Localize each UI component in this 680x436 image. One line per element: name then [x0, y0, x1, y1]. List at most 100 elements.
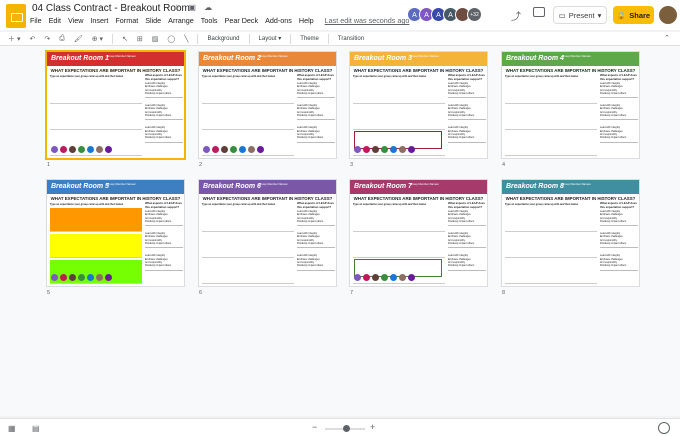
menu-edit[interactable]: Edit — [49, 16, 61, 25]
undo-icon[interactable]: ↶ — [29, 35, 35, 43]
zoom-out-icon[interactable]: − — [312, 422, 317, 432]
share-button[interactable]: 🔒 Share — [613, 6, 654, 24]
slide-thumbnail[interactable]: Breakout Room 2 Group Member Names: WHAT E… — [199, 52, 336, 158]
new-slide-icon[interactable]: ＋ ▾ — [8, 34, 20, 44]
leap-header: What aspects of LEAP does this expectati… — [448, 201, 485, 209]
explore-icon[interactable] — [658, 422, 670, 434]
image-icon[interactable]: ▨ — [152, 35, 159, 43]
slide-body: Type an expectation your group came up w… — [502, 201, 639, 284]
slide-thumbnail[interactable]: Breakout Room 8 Group Member Names: WHAT E… — [502, 180, 639, 286]
leap-value: Positively impact others — [600, 264, 627, 268]
collapse-toolbar-icon[interactable]: ⌃ — [664, 34, 670, 42]
student-avatar — [248, 146, 255, 153]
student-avatar — [69, 274, 76, 281]
background-button[interactable]: Background — [207, 36, 239, 42]
top-bar: 04 Class Contract - Breakout Room ☆ ▣ ☁ … — [0, 0, 680, 30]
leap-value: Positively impact others — [145, 219, 172, 223]
document-title[interactable]: 04 Class Contract - Breakout Room — [32, 3, 190, 14]
layout-button[interactable]: Layout ▾ — [259, 35, 282, 42]
grid-view-icon[interactable]: ▦ — [8, 424, 16, 433]
account-avatar[interactable] — [659, 6, 677, 24]
student-avatar — [381, 274, 388, 281]
last-edit-link[interactable]: Last edit was seconds ago — [325, 16, 410, 25]
leap-values-list: Lead with integrity Embrace challenges Act… — [145, 126, 183, 143]
slide-header: Breakout Room 5 Group Member Names: — [47, 180, 184, 194]
redo-icon[interactable]: ↷ — [44, 35, 50, 43]
leap-header: What aspects of LEAP does this expectati… — [600, 73, 637, 81]
menu-add-ons[interactable]: Add-ons — [265, 16, 292, 25]
slide-thumbnail[interactable]: Breakout Room 4 Group Member Names: WHAT E… — [502, 52, 639, 158]
slide-header: Breakout Room 2 Group Member Names: — [199, 52, 336, 66]
menu-tools[interactable]: Tools — [201, 16, 218, 25]
leap-value: Positively impact others — [145, 91, 172, 95]
student-avatar — [257, 146, 264, 153]
expectation-row — [50, 234, 142, 258]
student-avatar — [399, 146, 406, 153]
student-avatar — [372, 274, 379, 281]
expectation-row — [505, 234, 597, 258]
menu-arrange[interactable]: Arrange — [168, 16, 194, 25]
leap-column: What aspects of LEAP does this expectati… — [600, 201, 638, 277]
leap-column: What aspects of LEAP does this expectati… — [448, 73, 486, 149]
toolbar-divider — [327, 33, 329, 44]
comment-history-icon[interactable] — [533, 7, 545, 17]
present-button[interactable]: ▭ Present ▾ — [553, 6, 607, 24]
slide-title: Breakout Room 8 — [506, 183, 564, 190]
paint-format-icon[interactable]: 🖌 — [74, 35, 83, 43]
expectation-row — [353, 80, 445, 104]
leap-values-list: Lead with integrity Embrace challenges Act… — [448, 126, 486, 143]
print-icon[interactable]: ⎙ — [59, 35, 65, 43]
slide-title: Breakout Room 6 — [203, 183, 261, 190]
menu-view[interactable]: View — [68, 16, 83, 25]
more-collaborators-badge[interactable]: +32 — [467, 7, 482, 22]
status-bar: ▦ ▤ − + — [0, 418, 680, 436]
student-avatar — [78, 146, 85, 153]
menu-file[interactable]: File — [30, 16, 42, 25]
student-avatar — [230, 146, 237, 153]
instructions-text: Type an expectation your group came up w… — [50, 75, 124, 78]
shape-icon[interactable]: ◯ — [167, 35, 175, 43]
slide-thumbnail[interactable]: Breakout Room 7 Group Member Names: WHAT E… — [350, 180, 487, 286]
expectations-column: Type an expectation your group came up w… — [505, 75, 597, 156]
transition-button[interactable]: Transition — [338, 36, 364, 42]
expectation-row — [505, 260, 597, 284]
slide-thumbnail[interactable]: Breakout Room 6 Group Member Names: WHAT E… — [199, 180, 336, 286]
leap-value: Positively impact others — [600, 136, 627, 140]
slide-thumbnail[interactable]: Breakout Room 5 Group Member Names: WHAT E… — [47, 180, 184, 286]
line-icon[interactable]: ╲ — [184, 35, 188, 43]
menu-slide[interactable]: Slide — [145, 16, 161, 25]
student-avatar — [363, 146, 370, 153]
text-box-icon[interactable]: ⊞ — [137, 35, 143, 43]
zoom-in-icon[interactable]: + — [370, 422, 375, 432]
leap-values-list: Lead with integrity Embrace challenges Act… — [600, 232, 638, 249]
student-avatar — [51, 146, 58, 153]
menu-format[interactable]: Format — [115, 16, 138, 25]
leap-value: Positively impact others — [448, 264, 475, 268]
select-icon[interactable]: ↖ — [122, 35, 128, 43]
leap-column: What aspects of LEAP does this expectati… — [297, 201, 335, 277]
leap-value: Positively impact others — [145, 136, 172, 140]
leap-value: Positively impact others — [448, 91, 475, 95]
student-avatar — [399, 274, 406, 281]
student-avatar — [381, 146, 388, 153]
activity-dashboard-icon[interactable]: ⤴ — [511, 8, 521, 23]
zoom-slider[interactable] — [325, 425, 365, 432]
toolbar-divider — [248, 33, 250, 44]
slide-thumbnail[interactable]: Breakout Room 1 Group Member Names: WHAT E… — [47, 52, 184, 158]
star-folder-cloud-icons[interactable]: ☆ ▣ ☁ — [173, 3, 215, 12]
menu-insert[interactable]: Insert — [90, 16, 108, 25]
slide-header: Breakout Room 1 Group Member Names: — [47, 52, 184, 66]
slides-logo-icon[interactable] — [6, 4, 26, 28]
chevron-down-icon[interactable]: ▾ — [598, 11, 602, 20]
leap-value: Positively impact others — [600, 242, 627, 246]
menu-pear-deck[interactable]: Pear Deck — [225, 16, 259, 25]
slide-thumbnail[interactable]: Breakout Room 3 Group Member Names: WHAT E… — [350, 52, 487, 158]
filmstrip-view-icon[interactable]: ▤ — [32, 424, 40, 433]
menu-help[interactable]: Help — [299, 16, 314, 25]
leap-header: What aspects of LEAP does this expectati… — [448, 73, 485, 81]
leap-header: What aspects of LEAP does this expectati… — [600, 201, 637, 209]
collaborator-avatars[interactable]: A A A A +32 — [407, 7, 482, 22]
leap-value: Positively impact others — [297, 264, 324, 268]
theme-button[interactable]: Theme — [300, 36, 319, 42]
zoom-icon[interactable]: ⊕ ▾ — [92, 35, 103, 43]
